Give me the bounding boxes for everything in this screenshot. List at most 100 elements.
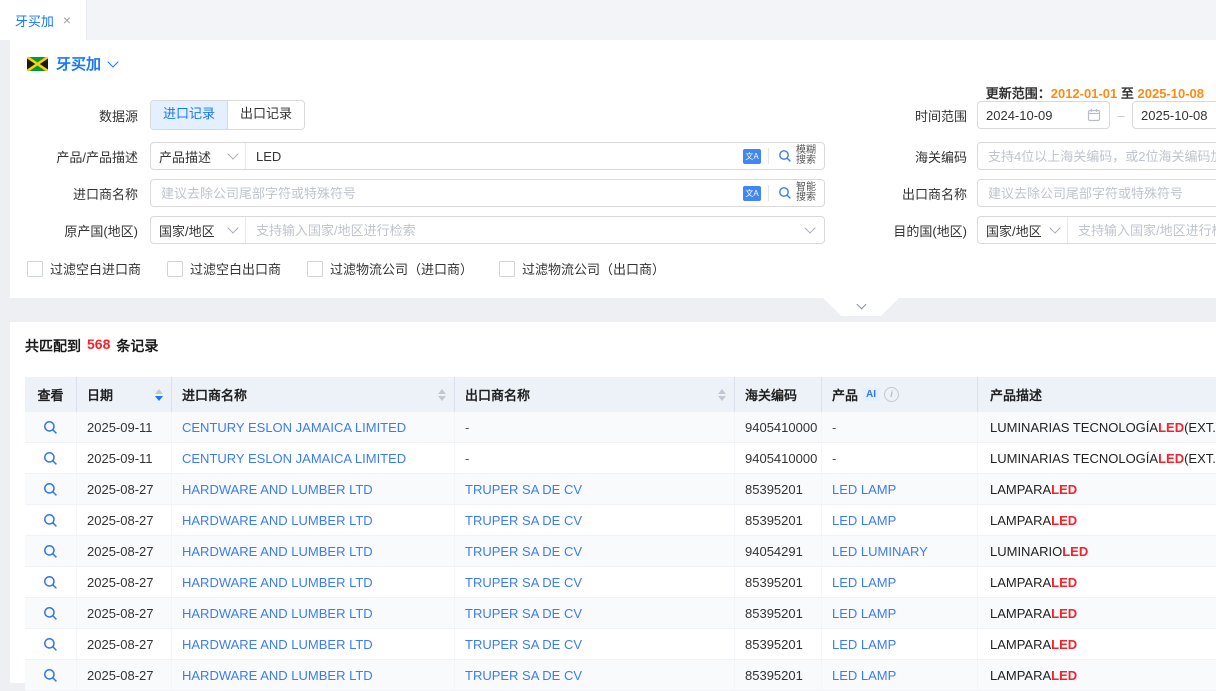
- hs-code-value: 85395201: [735, 598, 822, 628]
- product-type-select[interactable]: 产品描述: [151, 143, 246, 169]
- start-date-input[interactable]: 2024-10-09: [977, 101, 1110, 129]
- chevron-down-icon: [1049, 222, 1060, 233]
- exporter-name-input[interactable]: [978, 181, 1216, 205]
- importer-link[interactable]: HARDWARE AND LUMBER LTD: [182, 637, 373, 652]
- table-row: 2025-08-27 HARDWARE AND LUMBER LTD TRUPE…: [25, 536, 1216, 567]
- record-date: 2025-09-11: [77, 412, 172, 442]
- hs-code-value: 9405410000: [735, 412, 822, 442]
- product-link[interactable]: LED LUMINARY: [832, 544, 928, 559]
- checkbox[interactable]: [167, 261, 183, 277]
- product-link[interactable]: LED LAMP: [832, 575, 896, 590]
- tab-jamaica[interactable]: 牙买加 ×: [0, 0, 87, 40]
- view-record-button[interactable]: [43, 482, 58, 497]
- checkbox-label: 过滤物流公司（出口商）: [522, 259, 665, 278]
- tab-label: 牙买加: [15, 11, 54, 30]
- view-record-button[interactable]: [43, 513, 58, 528]
- importer-label: 进口商名称: [10, 184, 150, 203]
- importer-link[interactable]: CENTURY ESLON JAMAICA LIMITED: [182, 420, 406, 435]
- checkbox[interactable]: [307, 261, 323, 277]
- table-header: 查看 日期 进口商名称 出口商名称 海关编码 产品 AI i: [25, 377, 1216, 412]
- view-record-button[interactable]: [43, 420, 58, 435]
- magnifier-icon: [43, 575, 58, 590]
- hs-code-input[interactable]: [978, 144, 1216, 168]
- table-row: 2025-08-27 HARDWARE AND LUMBER LTD TRUPE…: [25, 505, 1216, 536]
- checkbox[interactable]: [27, 261, 43, 277]
- origin-country-select[interactable]: 国家/地区: [151, 217, 246, 243]
- exporter-link[interactable]: TRUPER SA DE CV: [465, 482, 582, 497]
- dest-country-select[interactable]: 国家/地区: [978, 217, 1068, 243]
- importer-link[interactable]: CENTURY ESLON JAMAICA LIMITED: [182, 451, 406, 466]
- sort-date[interactable]: [155, 389, 163, 401]
- filter-checkbox-item[interactable]: 过滤物流公司（进口商）: [307, 259, 473, 278]
- product-description: LAMPARA LED: [978, 505, 1216, 535]
- checkbox[interactable]: [499, 261, 515, 277]
- product-link[interactable]: LED LAMP: [832, 513, 896, 528]
- table-row: 2025-08-27 HARDWARE AND LUMBER LTD TRUPE…: [25, 660, 1216, 691]
- record-date: 2025-08-27: [77, 660, 172, 690]
- record-date: 2025-09-11: [77, 443, 172, 473]
- col-exporter: 出口商名称: [455, 377, 735, 412]
- checkbox-label: 过滤物流公司（进口商）: [330, 259, 473, 278]
- hs-code-value: 85395201: [735, 660, 822, 690]
- view-record-button[interactable]: [43, 637, 58, 652]
- importer-link[interactable]: HARDWARE AND LUMBER LTD: [182, 544, 373, 559]
- filter-checkbox-item[interactable]: 过滤物流公司（出口商）: [499, 259, 665, 278]
- exporter-link[interactable]: -: [465, 451, 469, 466]
- sort-importer[interactable]: [438, 389, 446, 401]
- product-link[interactable]: LED LAMP: [832, 637, 896, 652]
- view-record-button[interactable]: [43, 544, 58, 559]
- exporter-link[interactable]: -: [465, 420, 469, 435]
- record-date: 2025-08-27: [77, 629, 172, 659]
- filter-checkbox-item[interactable]: 过滤空白出口商: [167, 259, 281, 278]
- magnifier-icon: [43, 606, 58, 621]
- table-row: 2025-09-11 CENTURY ESLON JAMAICA LIMITED…: [25, 443, 1216, 474]
- magnifier-icon: [43, 513, 58, 528]
- filter-checkbox-item[interactable]: 过滤空白进口商: [27, 259, 141, 278]
- info-icon[interactable]: i: [884, 387, 899, 402]
- record-date: 2025-08-27: [77, 598, 172, 628]
- sort-exporter[interactable]: [718, 389, 726, 401]
- importer-link[interactable]: HARDWARE AND LUMBER LTD: [182, 513, 373, 528]
- exporter-label: 出口商名称: [690, 184, 977, 203]
- product-link[interactable]: LED LAMP: [832, 482, 896, 497]
- data-source-toggle: 进口记录 出口记录: [150, 100, 305, 130]
- importer-link[interactable]: HARDWARE AND LUMBER LTD: [182, 482, 373, 497]
- view-record-button[interactable]: [43, 668, 58, 683]
- close-icon[interactable]: ×: [63, 13, 71, 27]
- exporter-link[interactable]: TRUPER SA DE CV: [465, 606, 582, 621]
- importer-link[interactable]: HARDWARE AND LUMBER LTD: [182, 575, 373, 590]
- view-record-button[interactable]: [43, 606, 58, 621]
- importer-link[interactable]: HARDWARE AND LUMBER LTD: [182, 606, 373, 621]
- product-link[interactable]: LED LAMP: [832, 668, 896, 683]
- exporter-link[interactable]: TRUPER SA DE CV: [465, 668, 582, 683]
- dest-country-input[interactable]: [1068, 218, 1216, 242]
- view-record-button[interactable]: [43, 575, 58, 590]
- chevron-down-icon: [227, 148, 238, 159]
- product-link[interactable]: -: [832, 420, 836, 435]
- record-date: 2025-08-27: [77, 505, 172, 535]
- exporter-link[interactable]: TRUPER SA DE CV: [465, 513, 582, 528]
- exporter-link[interactable]: TRUPER SA DE CV: [465, 544, 582, 559]
- product-link[interactable]: -: [832, 451, 836, 466]
- magnifier-icon: [43, 420, 58, 435]
- exporter-link[interactable]: TRUPER SA DE CV: [465, 637, 582, 652]
- results-panel: 共匹配到568条记录 查看 日期 进口商名称 出口商名称 海关编码: [10, 322, 1216, 683]
- importer-name-input[interactable]: [151, 181, 743, 205]
- import-records-tab[interactable]: 进口记录: [151, 101, 228, 129]
- collapse-panel-button[interactable]: [823, 298, 899, 316]
- product-description: LUMINARIO LED: [978, 536, 1216, 566]
- chevron-down-icon[interactable]: [107, 56, 118, 67]
- product-link[interactable]: LED LAMP: [832, 606, 896, 621]
- match-count: 568: [87, 336, 110, 356]
- tab-bar: 牙买加 ×: [0, 0, 1216, 41]
- country-selector[interactable]: 牙买加: [27, 53, 117, 74]
- export-records-tab[interactable]: 出口记录: [228, 101, 304, 129]
- dest-country-group: 国家/地区: [977, 216, 1216, 244]
- view-record-button[interactable]: [43, 451, 58, 466]
- table-body: 2025-09-11 CENTURY ESLON JAMAICA LIMITED…: [25, 412, 1216, 691]
- product-keyword-input[interactable]: [246, 144, 743, 168]
- page: 牙买加 更新范围：2012-01-01 至 2025-10-08 数据源 进口记…: [0, 40, 1216, 683]
- end-date-input[interactable]: 2025-10-08: [1132, 101, 1216, 129]
- exporter-link[interactable]: TRUPER SA DE CV: [465, 575, 582, 590]
- importer-link[interactable]: HARDWARE AND LUMBER LTD: [182, 668, 373, 683]
